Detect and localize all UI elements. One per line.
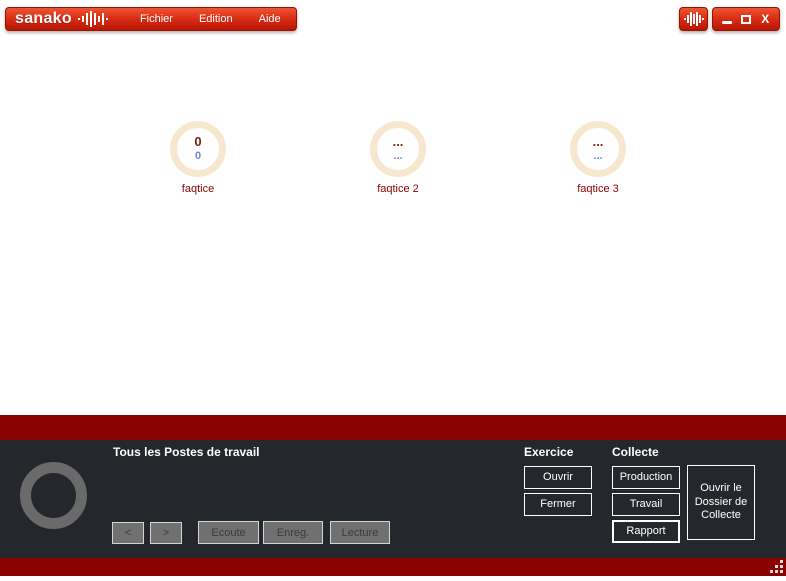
audio-waveform-small-icon [683, 10, 705, 28]
group-ring-icon [20, 462, 87, 529]
open-collect-folder-button[interactable]: Ouvrir le Dossier de Collecte [687, 465, 755, 540]
station-ring-icon: ... ... [570, 121, 626, 177]
collecte-group-title: Collecte [612, 445, 659, 459]
dock-body: Tous les Postes de travail < > Ecoute En… [0, 440, 786, 558]
lecture-button[interactable]: Lecture [330, 521, 390, 544]
student-station-faqtice-3[interactable]: ... ... faqtice 3 [538, 121, 658, 195]
grip-dot [780, 560, 783, 563]
student-station-faqtice-2[interactable]: ... ... faqtice 2 [338, 121, 458, 195]
minimize-icon [722, 21, 732, 24]
station-value-primary: 0 [194, 135, 201, 150]
grip-dot [775, 565, 778, 568]
grip-dot [780, 565, 783, 568]
station-value-secondary: 0 [195, 150, 201, 163]
grip-dot [770, 570, 773, 573]
next-button[interactable]: > [150, 522, 182, 544]
station-value-primary: ... [393, 135, 404, 150]
control-dock: Tous les Postes de travail < > Ecoute En… [0, 415, 786, 576]
selection-label: Tous les Postes de travail [113, 445, 260, 459]
audio-level-button[interactable] [679, 7, 708, 31]
sanako-logo: sanako [15, 11, 72, 27]
collecte-travail-button[interactable]: Travail [612, 493, 680, 516]
minimize-button[interactable] [718, 9, 736, 29]
close-icon: X [761, 13, 769, 25]
station-name: faqtice [138, 183, 258, 195]
station-value-primary: ... [593, 135, 604, 150]
previous-button[interactable]: < [112, 522, 144, 544]
audio-waveform-icon [77, 10, 111, 28]
close-button[interactable]: X [756, 9, 774, 29]
student-station-faqtice[interactable]: 0 0 faqtice [138, 121, 258, 195]
station-ring-icon: ... ... [370, 121, 426, 177]
maximize-icon [741, 15, 751, 24]
station-ring-icon: 0 0 [170, 121, 226, 177]
ecoute-button[interactable]: Ecoute [198, 521, 259, 544]
exercice-fermer-button[interactable]: Fermer [524, 493, 592, 516]
menu-aide[interactable]: Aide [246, 8, 294, 30]
enreg-button[interactable]: Enreg. [263, 521, 323, 544]
menu-edition[interactable]: Edition [186, 8, 246, 30]
maximize-button[interactable] [737, 9, 755, 29]
exercice-ouvrir-button[interactable]: Ouvrir [524, 466, 592, 489]
resize-grip[interactable] [770, 560, 783, 573]
collecte-rapport-button[interactable]: Rapport [612, 520, 680, 543]
dock-top-red-bar [0, 415, 786, 440]
window-controls: X [712, 7, 780, 31]
menu-bar: sanako Fichier Edition Aide [5, 7, 297, 31]
menu-items: Fichier Edition Aide [127, 8, 294, 30]
menu-fichier[interactable]: Fichier [127, 8, 186, 30]
station-value-secondary: ... [593, 150, 602, 163]
station-name: faqtice 3 [538, 183, 658, 195]
grip-dot [775, 570, 778, 573]
grip-dot [780, 570, 783, 573]
dock-bottom-red-bar [0, 558, 786, 576]
station-name: faqtice 2 [338, 183, 458, 195]
collecte-production-button[interactable]: Production [612, 466, 680, 489]
station-value-secondary: ... [393, 150, 402, 163]
exercice-group-title: Exercice [524, 445, 573, 459]
